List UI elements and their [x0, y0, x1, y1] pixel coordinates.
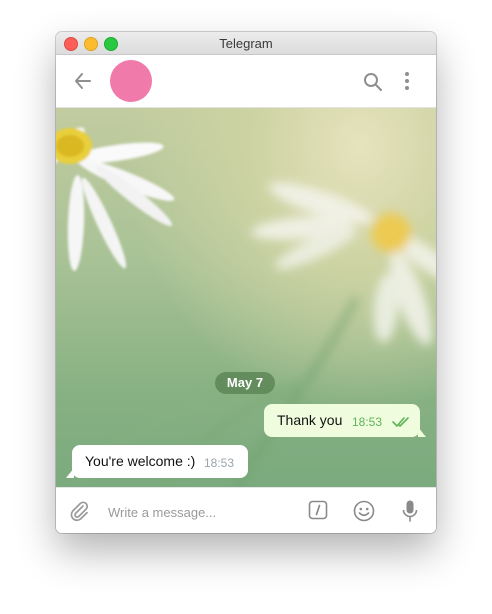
message-input[interactable]	[106, 500, 290, 524]
title-bar: Telegram	[56, 32, 436, 55]
arrow-left-icon[interactable]	[72, 70, 94, 92]
message-time: 18:53	[352, 415, 383, 429]
window-title: Telegram	[219, 36, 273, 51]
incoming-message[interactable]: You're welcome :) 18:53	[66, 445, 248, 478]
paperclip-icon[interactable]	[68, 500, 90, 522]
message-text: Thank you	[277, 412, 343, 428]
more-vertical-icon[interactable]	[402, 69, 412, 93]
message-text: You're welcome :)	[85, 453, 196, 469]
double-check-icon	[392, 417, 409, 427]
telegram-window: Telegram May 7 Thank you 18:53 You're we…	[56, 32, 436, 533]
microphone-icon[interactable]	[400, 499, 420, 523]
date-separator: May 7	[215, 372, 275, 394]
chat-header	[56, 55, 436, 108]
search-icon[interactable]	[362, 71, 384, 93]
chat-area: May 7 Thank you 18:53 You're welcome :) …	[56, 108, 436, 487]
message-time: 18:53	[204, 456, 235, 470]
slash-command-icon[interactable]	[308, 500, 328, 520]
message-composer	[56, 487, 436, 533]
outgoing-message[interactable]: Thank you 18:53	[264, 404, 426, 437]
smiley-icon[interactable]	[353, 500, 375, 522]
avatar[interactable]	[110, 60, 152, 102]
